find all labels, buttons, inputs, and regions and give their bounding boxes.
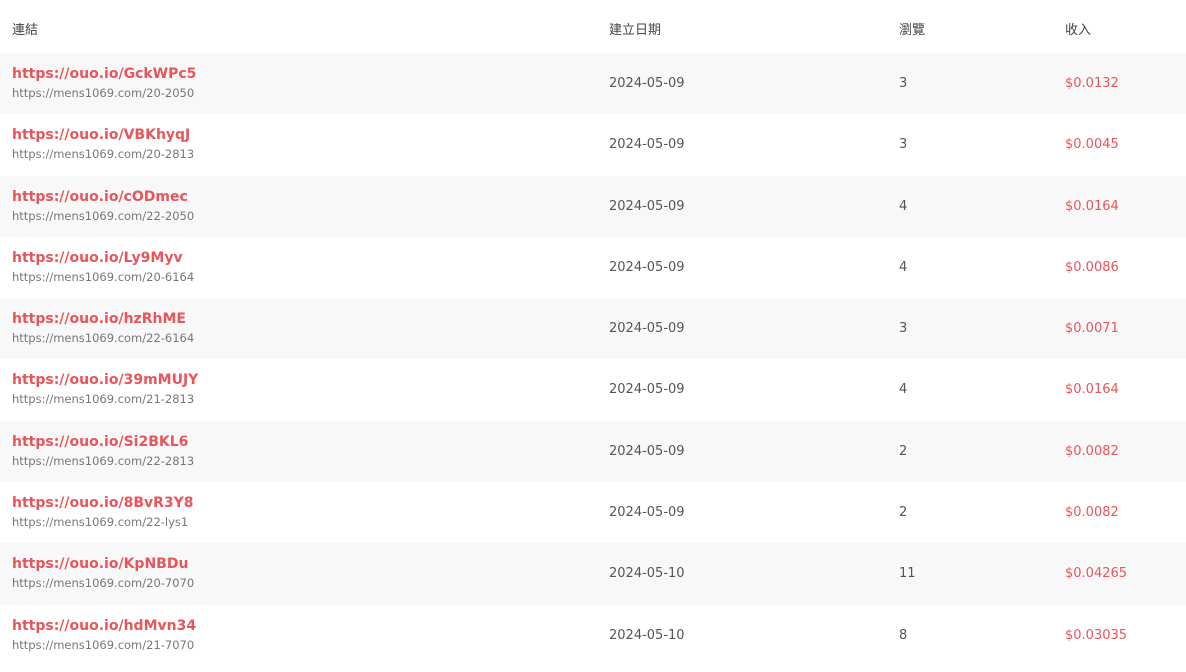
earnings-value: $0.0164 bbox=[1065, 198, 1119, 214]
destination-url: https://mens1069.com/22-2813 bbox=[12, 453, 195, 468]
view-count: 11 bbox=[899, 566, 916, 582]
short-link[interactable]: https://ouo.io/KpNBDu bbox=[12, 556, 188, 573]
earnings-value: $0.0082 bbox=[1065, 443, 1119, 459]
short-link[interactable]: https://ouo.io/Si2BKL6 bbox=[12, 434, 188, 451]
table-row: https://ouo.io/hdMvn34 https://mens1069.… bbox=[0, 604, 1186, 666]
destination-url: https://mens1069.com/20-7070 bbox=[12, 576, 195, 591]
view-count: 2 bbox=[899, 505, 908, 521]
destination-url: https://mens1069.com/22-lys1 bbox=[12, 515, 189, 530]
destination-url: https://mens1069.com/21-7070 bbox=[12, 637, 195, 652]
header-views[interactable]: 瀏覽 bbox=[899, 23, 925, 39]
table-row: https://ouo.io/Ly9Myv https://mens1069.c… bbox=[0, 236, 1186, 299]
earnings-value: $0.0132 bbox=[1065, 76, 1119, 91]
earnings-value: $0.0045 bbox=[1065, 137, 1119, 153]
created-date: 2024-05-09 bbox=[609, 76, 685, 91]
short-link[interactable]: https://ouo.io/cODmec bbox=[12, 189, 188, 206]
view-count: 3 bbox=[899, 137, 908, 153]
created-date: 2024-05-09 bbox=[609, 198, 685, 214]
created-date: 2024-05-09 bbox=[609, 505, 685, 521]
short-link[interactable]: https://ouo.io/Ly9Myv bbox=[12, 250, 183, 267]
created-date: 2024-05-09 bbox=[609, 259, 685, 275]
table-row: https://ouo.io/KpNBDu https://mens1069.c… bbox=[0, 543, 1186, 605]
earnings-value: $0.0071 bbox=[1065, 321, 1119, 337]
destination-url: https://mens1069.com/20-2813 bbox=[12, 147, 195, 162]
header-created-date[interactable]: 建立日期 bbox=[609, 23, 661, 39]
earnings-value: $0.0086 bbox=[1065, 259, 1119, 275]
created-date: 2024-05-09 bbox=[609, 382, 685, 398]
earnings-value: $0.04265 bbox=[1065, 566, 1128, 582]
view-count: 4 bbox=[899, 198, 908, 214]
created-date: 2024-05-10 bbox=[609, 566, 685, 582]
earnings-value: $0.03035 bbox=[1065, 627, 1128, 643]
table-row: https://ouo.io/cODmec https://mens1069.c… bbox=[0, 175, 1186, 237]
table-row: https://ouo.io/Si2BKL6 https://mens1069.… bbox=[0, 420, 1186, 483]
table-body: https://ouo.io/GckWPc5 https://mens1069.… bbox=[0, 53, 1186, 666]
short-link[interactable]: https://ouo.io/39mMUJY bbox=[12, 372, 198, 389]
table-header: 連結 建立日期 瀏覽 收入 bbox=[0, 0, 1186, 53]
destination-url: https://mens1069.com/22-2050 bbox=[12, 208, 195, 223]
destination-url: https://mens1069.com/21-2813 bbox=[12, 392, 195, 407]
short-link[interactable]: https://ouo.io/hzRhME bbox=[12, 311, 186, 328]
created-date: 2024-05-10 bbox=[609, 627, 685, 643]
earnings-value: $0.0164 bbox=[1065, 382, 1119, 398]
created-date: 2024-05-09 bbox=[609, 443, 685, 459]
destination-url: https://mens1069.com/20-2050 bbox=[12, 86, 195, 100]
destination-url: https://mens1069.com/20-6164 bbox=[12, 269, 195, 284]
created-date: 2024-05-09 bbox=[609, 321, 685, 337]
table-row: https://ouo.io/VBKhyqJ https://mens1069.… bbox=[0, 114, 1186, 176]
short-link[interactable]: https://ouo.io/VBKhyqJ bbox=[12, 127, 190, 144]
created-date: 2024-05-09 bbox=[609, 137, 685, 153]
header-earnings[interactable]: 收入 bbox=[1065, 23, 1091, 39]
view-count: 4 bbox=[899, 382, 908, 398]
view-count: 3 bbox=[899, 321, 908, 337]
table-row: https://ouo.io/39mMUJY https://mens1069.… bbox=[0, 359, 1186, 421]
view-count: 3 bbox=[899, 76, 908, 91]
links-table: 連結 建立日期 瀏覽 收入 https://ouo.io/GckWPc5 htt… bbox=[0, 0, 1186, 672]
short-link[interactable]: https://ouo.io/8BvR3Y8 bbox=[12, 495, 194, 512]
short-link[interactable]: https://ouo.io/GckWPc5 bbox=[12, 66, 196, 83]
destination-url: https://mens1069.com/22-6164 bbox=[12, 331, 195, 346]
view-count: 4 bbox=[899, 259, 908, 275]
earnings-value: $0.0082 bbox=[1065, 505, 1119, 521]
view-count: 8 bbox=[899, 627, 908, 643]
table-row: https://ouo.io/GckWPc5 https://mens1069.… bbox=[0, 53, 1186, 115]
table-row: https://ouo.io/hzRhME https://mens1069.c… bbox=[0, 298, 1186, 360]
header-link[interactable]: 連結 bbox=[12, 23, 38, 39]
view-count: 2 bbox=[899, 443, 908, 459]
short-link[interactable]: https://ouo.io/hdMvn34 bbox=[12, 618, 196, 635]
table-row: https://ouo.io/8BvR3Y8 https://mens1069.… bbox=[0, 482, 1186, 544]
